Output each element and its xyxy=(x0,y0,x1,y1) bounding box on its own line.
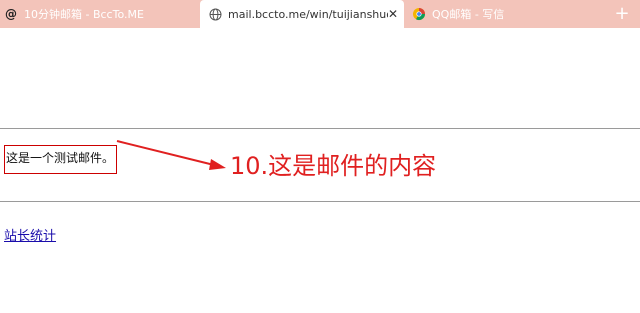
annotation-label: 10.这是邮件的内容 xyxy=(230,152,437,180)
divider-bottom xyxy=(0,201,640,202)
site-stats-link[interactable]: 站长统计 xyxy=(4,225,56,244)
